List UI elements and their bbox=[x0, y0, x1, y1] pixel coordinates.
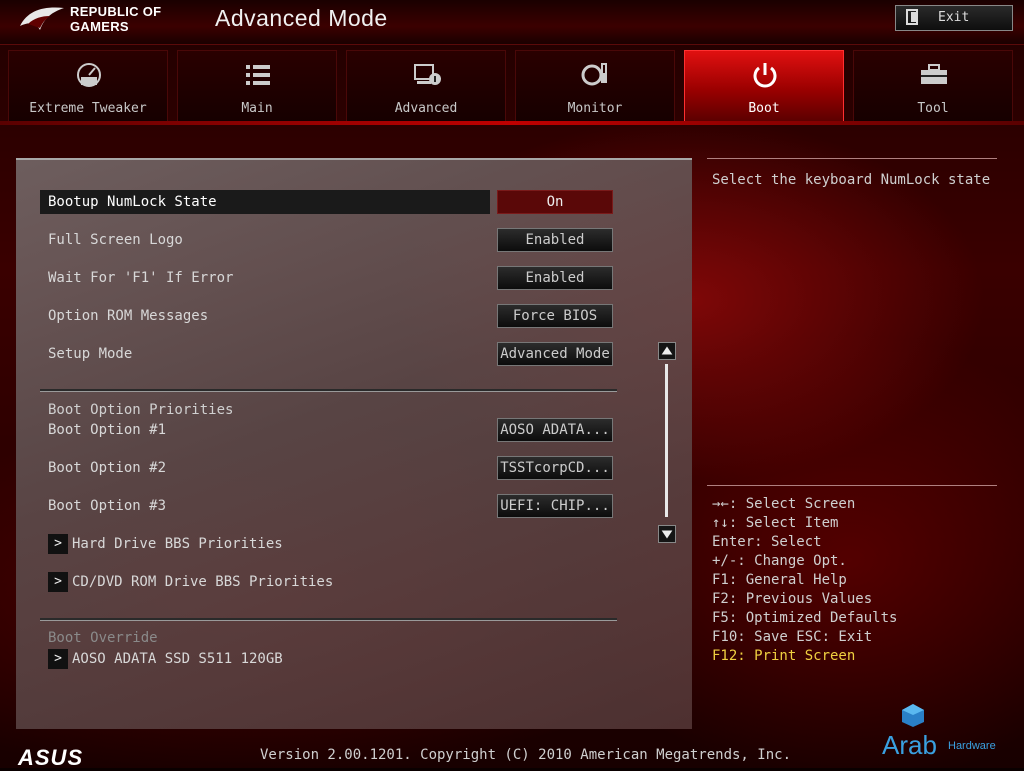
tab-label: Tool bbox=[917, 101, 949, 116]
boot-override-label: AOSO ADATA SSD S511 120GB bbox=[72, 651, 283, 667]
tab-underline bbox=[0, 121, 1024, 125]
key-hint: F10: Save ESC: Exit bbox=[712, 629, 873, 645]
setting-row-boot-option-1[interactable]: Boot Option #1 bbox=[40, 418, 490, 442]
setting-row-full-screen-logo[interactable]: Full Screen Logo bbox=[40, 228, 490, 252]
submenu-hard-drive-bbs[interactable]: > Hard Drive BBS Priorities bbox=[48, 533, 283, 555]
key-legend: →←: Select Screen ↑↓: Select Item Enter:… bbox=[712, 495, 897, 666]
divider bbox=[40, 618, 617, 621]
key-hint: F2: Previous Values bbox=[712, 591, 873, 607]
speedometer-icon bbox=[77, 63, 101, 87]
boot-override-heading: Boot Override bbox=[48, 630, 158, 646]
help-description: Select the keyboard NumLock state bbox=[712, 172, 991, 188]
watermark-sub: Hardware bbox=[948, 740, 996, 752]
divider bbox=[40, 389, 617, 392]
option-rom-value[interactable]: Force BIOS bbox=[497, 304, 613, 328]
setting-label: Boot Option #2 bbox=[48, 460, 167, 476]
page-title: Advanced Mode bbox=[215, 5, 388, 31]
tab-label: Extreme Tweaker bbox=[29, 101, 147, 116]
boot-override-item[interactable]: > AOSO ADATA SSD S511 120GB bbox=[48, 648, 283, 670]
key-hint: F5: Optimized Defaults bbox=[712, 610, 898, 626]
list-icon bbox=[246, 65, 270, 85]
exit-button[interactable]: Exit bbox=[895, 5, 1013, 31]
setting-label: Wait For 'F1' If Error bbox=[48, 270, 234, 286]
tab-monitor[interactable]: Monitor bbox=[515, 50, 675, 122]
setting-row-wait-f1[interactable]: Wait For 'F1' If Error bbox=[40, 266, 490, 290]
key-hint: +/-: Change Opt. bbox=[712, 553, 847, 569]
tab-tool[interactable]: Tool bbox=[853, 50, 1013, 122]
key-hint: →←: Select Screen bbox=[712, 496, 856, 512]
setting-label: Bootup NumLock State bbox=[48, 194, 217, 210]
tab-label: Main bbox=[241, 101, 273, 116]
setting-label: Boot Option #1 bbox=[48, 422, 167, 438]
key-hint: F1: General Help bbox=[712, 572, 847, 588]
advanced-settings-icon bbox=[414, 64, 441, 85]
submenu-cd-dvd-bbs[interactable]: > CD/DVD ROM Drive BBS Priorities bbox=[48, 571, 333, 593]
setting-row-option-rom[interactable]: Option ROM Messages bbox=[40, 304, 490, 328]
header-bar: REPUBLIC OF GAMERS Advanced Mode Exit bbox=[0, 0, 1024, 45]
boot-priorities-heading: Boot Option Priorities bbox=[48, 402, 234, 418]
exit-door-icon bbox=[906, 9, 918, 25]
toolbox-icon bbox=[921, 64, 947, 84]
tab-bar: Extreme Tweaker Main Advanced Monitor Bo… bbox=[0, 50, 1024, 122]
tab-main[interactable]: Main bbox=[177, 50, 337, 122]
chevron-right-icon: > bbox=[48, 649, 68, 669]
rog-eye-logo-icon bbox=[20, 7, 64, 30]
setting-label: Boot Option #3 bbox=[48, 498, 167, 514]
chevron-right-icon: > bbox=[48, 534, 68, 554]
chevron-right-icon: > bbox=[48, 572, 68, 592]
scrollbar-track[interactable] bbox=[665, 364, 668, 517]
tab-label: Advanced bbox=[394, 101, 458, 116]
scroll-up-arrow-icon[interactable] bbox=[658, 342, 676, 360]
setting-row-setup-mode[interactable]: Setup Mode bbox=[40, 342, 490, 366]
arabhardware-watermark: Arab Hardware bbox=[882, 702, 1014, 760]
tab-label: Boot bbox=[748, 101, 780, 116]
submenu-label: Hard Drive BBS Priorities bbox=[72, 536, 283, 552]
submenu-label: CD/DVD ROM Drive BBS Priorities bbox=[72, 574, 334, 590]
version-text: Version 2.00.1201. Copyright (C) 2010 Am… bbox=[260, 747, 792, 763]
brand-line-1: REPUBLIC OF bbox=[70, 4, 162, 19]
watermark-word: Arab bbox=[882, 730, 937, 760]
setting-row-boot-option-3[interactable]: Boot Option #3 bbox=[40, 494, 490, 518]
monitor-gauge-icon bbox=[581, 63, 607, 86]
key-hint: Enter: Select bbox=[712, 534, 822, 550]
exit-label: Exit bbox=[938, 10, 970, 25]
asus-logo: ASUS bbox=[18, 745, 84, 770]
boot-option-1-value[interactable]: AOSO ADATA... bbox=[497, 418, 613, 442]
tab-boot[interactable]: Boot bbox=[684, 50, 844, 122]
brand-line-2: GAMERS bbox=[70, 19, 129, 34]
cube-logo-icon bbox=[902, 704, 924, 727]
numlock-value[interactable]: On bbox=[497, 190, 613, 214]
tab-advanced[interactable]: Advanced bbox=[346, 50, 506, 122]
setup-mode-value[interactable]: Advanced Mode bbox=[497, 342, 613, 366]
setting-label: Setup Mode bbox=[48, 346, 133, 362]
brand-name: REPUBLIC OF GAMERS bbox=[70, 4, 161, 34]
help-divider-top bbox=[707, 158, 997, 159]
setting-row-boot-option-2[interactable]: Boot Option #2 bbox=[40, 456, 490, 480]
boot-option-3-value[interactable]: UEFI: CHIP... bbox=[497, 494, 613, 518]
settings-panel: Bootup NumLock State On Full Screen Logo… bbox=[16, 158, 692, 729]
boot-option-2-value[interactable]: TSSTcorpCD... bbox=[497, 456, 613, 480]
key-hint: ↑↓: Select Item bbox=[712, 515, 839, 531]
full-screen-logo-value[interactable]: Enabled bbox=[497, 228, 613, 252]
wait-f1-value[interactable]: Enabled bbox=[497, 266, 613, 290]
tab-extreme-tweaker[interactable]: Extreme Tweaker bbox=[8, 50, 168, 122]
help-divider-keys bbox=[707, 485, 997, 486]
tab-label: Monitor bbox=[567, 101, 623, 116]
power-icon bbox=[753, 63, 777, 88]
setting-label: Option ROM Messages bbox=[48, 308, 209, 324]
scroll-down-arrow-icon[interactable] bbox=[658, 525, 676, 543]
setting-row-numlock[interactable]: Bootup NumLock State bbox=[40, 190, 490, 214]
setting-label: Full Screen Logo bbox=[48, 232, 183, 248]
key-hint-print-screen: F12: Print Screen bbox=[712, 648, 856, 664]
